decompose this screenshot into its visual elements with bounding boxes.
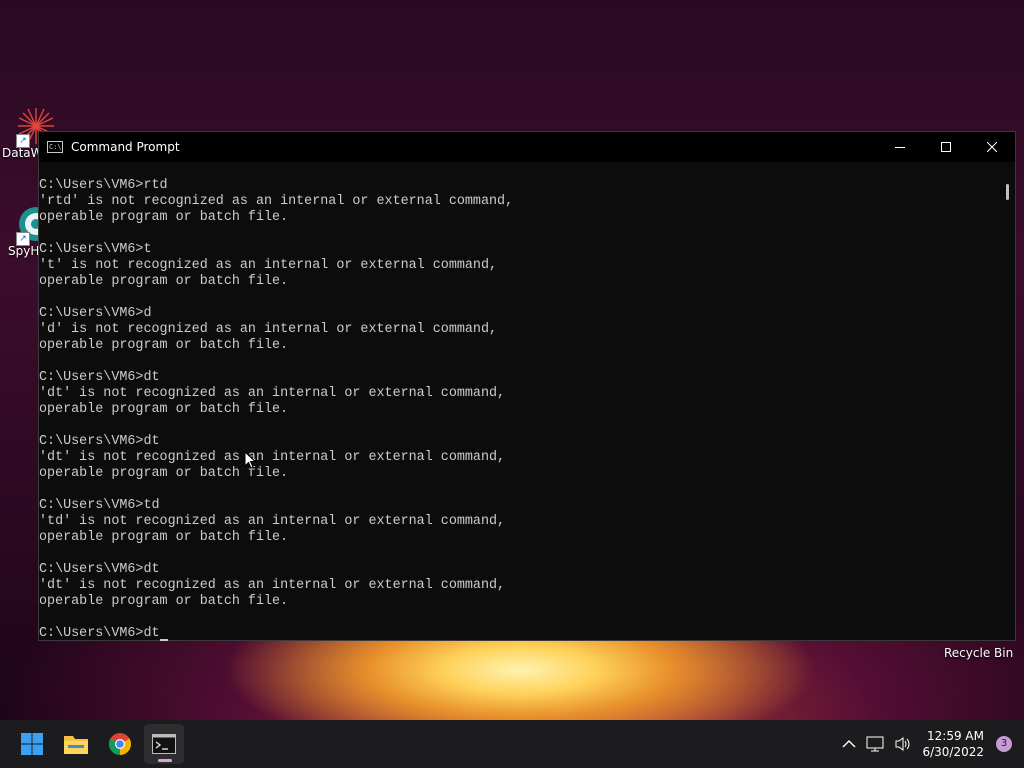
window-title: Command Prompt [71, 140, 180, 154]
maximize-icon [941, 142, 951, 152]
console-line: C:\Users\VM6>d [39, 306, 152, 321]
system-tray: 12:59 AM 6/30/2022 3 [842, 720, 1024, 768]
console-line: operable program or batch file. [39, 530, 289, 545]
maximize-button[interactable] [923, 132, 969, 162]
scrollbar-thumb[interactable] [1006, 184, 1009, 200]
console-line: operable program or batch file. [39, 210, 289, 225]
vertical-scrollbar[interactable] [999, 162, 1015, 640]
folder-icon [64, 736, 88, 754]
text-cursor [159, 639, 168, 641]
volume-icon[interactable] [894, 736, 912, 752]
active-indicator [158, 759, 172, 762]
chrome-icon [109, 733, 131, 755]
start-button[interactable] [12, 724, 52, 764]
console-line: C:\Users\VM6>t [39, 242, 152, 257]
chevron-up-icon[interactable] [842, 739, 856, 749]
windows-start-icon [21, 733, 43, 755]
mouse-pointer-icon [244, 451, 256, 469]
console-prompt-line[interactable]: C:\Users\VM6>dt [39, 626, 999, 642]
shortcut-arrow-icon: ↗ [16, 134, 30, 148]
command-prompt-taskbar-button[interactable] [144, 724, 184, 764]
console-line: 'dt' is not recognized as an internal or… [39, 386, 506, 401]
notification-badge[interactable]: 3 [996, 736, 1012, 752]
console-line: 'dt' is not recognized as an internal or… [39, 578, 506, 593]
console-line: operable program or batch file. [39, 338, 289, 353]
close-icon [987, 142, 997, 152]
title-bar[interactable]: C:\ Command Prompt [39, 132, 1015, 162]
console-line: C:\Users\VM6>rtd [39, 178, 168, 193]
console-line: operable program or batch file. [39, 466, 289, 481]
command-prompt-window[interactable]: C:\ Command Prompt C:\Users\VM6>rtd'rtd'… [38, 131, 1016, 641]
file-explorer-button[interactable] [56, 724, 96, 764]
console-line: 't' is not recognized as an internal or … [39, 258, 498, 273]
cmd-icon: C:\ [47, 141, 63, 153]
console-output[interactable]: C:\Users\VM6>rtd'rtd' is not recognized … [39, 162, 999, 642]
close-button[interactable] [969, 132, 1015, 162]
console-line: C:\Users\VM6>td [39, 498, 160, 513]
clock-time: 12:59 AM [927, 729, 984, 743]
taskbar: 12:59 AM 6/30/2022 3 [0, 720, 1024, 768]
console-line: C:\Users\VM6>dt [39, 434, 160, 449]
clock-date: 6/30/2022 [922, 745, 984, 759]
console-prompt-input[interactable]: C:\Users\VM6>dt [39, 626, 160, 641]
console-line: 'td' is not recognized as an internal or… [39, 514, 506, 529]
clock[interactable]: 12:59 AM 6/30/2022 [922, 728, 984, 760]
recycle-bin-label[interactable]: Recycle Bin [944, 646, 1013, 660]
shortcut-arrow-icon: ↗ [16, 232, 30, 246]
console-line: 'dt' is not recognized as an internal or… [39, 450, 506, 465]
console-line: C:\Users\VM6>dt [39, 370, 160, 385]
console-line: operable program or batch file. [39, 402, 289, 417]
console-line: operable program or batch file. [39, 594, 289, 609]
minimize-button[interactable] [877, 132, 923, 162]
console-line: operable program or batch file. [39, 274, 289, 289]
console-line: C:\Users\VM6>dt [39, 562, 160, 577]
network-icon[interactable] [866, 736, 884, 752]
cmd-icon [152, 734, 176, 754]
minimize-icon [895, 147, 905, 148]
chrome-button[interactable] [100, 724, 140, 764]
console-line: 'rtd' is not recognized as an internal o… [39, 194, 514, 209]
console-line: 'd' is not recognized as an internal or … [39, 322, 498, 337]
